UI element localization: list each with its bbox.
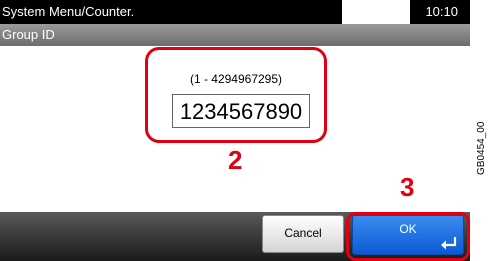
range-label: (1 - 4294967295) — [189, 72, 283, 86]
enter-icon — [441, 237, 457, 250]
group-id-input[interactable]: 1234567890 — [172, 94, 310, 128]
clock: 10:10 — [410, 0, 470, 24]
ok-button[interactable]: OK — [352, 215, 464, 255]
title-bar: System Menu/Counter. 10:10 — [0, 0, 470, 24]
cancel-button[interactable]: Cancel — [262, 215, 344, 253]
figure-code: GB0454_00 — [476, 121, 487, 175]
subtitle-bar: Group ID — [0, 24, 470, 46]
callout-step-3: 3 — [400, 172, 415, 202]
ok-label: OK — [399, 222, 417, 236]
screen-title: System Menu/Counter. — [0, 0, 342, 24]
title-spacer — [342, 0, 410, 24]
callout-step-2: 2 — [228, 145, 243, 175]
